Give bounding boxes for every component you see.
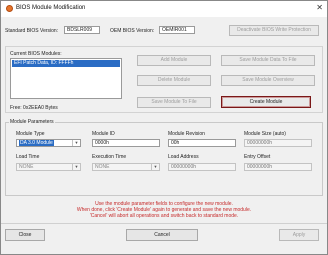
module-revision-label: Module Revision [168,131,205,137]
execution-time-label: Execution Time [92,154,127,160]
module-size-field: 00000000h [244,139,312,147]
module-parameters-title: Module Parameters [9,119,55,125]
delete-module-button[interactable]: Delete Module [137,75,211,86]
close-button[interactable]: Close [5,229,45,241]
free-space-label: Free: 0x2EEA0 Bytes [10,105,58,111]
entry-offset-label: Entry Offset [244,154,271,160]
add-module-button[interactable]: Add Module [137,55,211,66]
module-revision-input[interactable]: 00h [168,139,236,147]
load-address-input[interactable]: 00000000h [168,163,236,171]
save-module-data-button[interactable]: Save Module Data To File [221,55,315,66]
oem-version-label: OEM BIOS Version: [110,28,155,34]
window-title: BIOS Module Modification [16,5,86,11]
create-module-button[interactable]: Create Module [221,96,311,108]
deactivate-write-protection-button[interactable]: Deactivate BIOS Write Protection [229,25,319,36]
apply-button[interactable]: Apply [279,229,319,241]
load-time-label: Load Time [16,154,40,160]
save-module-to-file-button[interactable]: Save Module To File [137,97,211,108]
cancel-button[interactable]: Cancel [126,229,198,241]
module-type-select[interactable]: DA 3.0 Module ▼ [16,139,81,147]
oem-version-field: OEMIR001 [159,26,195,34]
chevron-down-icon: ▼ [72,164,80,170]
title-bar: BIOS Module Modification ✕ [1,1,327,17]
module-id-input[interactable]: 0000h [92,139,160,147]
footer-divider [1,223,327,224]
std-version-label: Standard BIOS Version: [5,28,59,34]
module-id-label: Module ID [92,131,115,137]
list-item[interactable]: EFI Patch Data, ID: FFFFh [12,60,120,67]
chevron-down-icon: ▼ [151,164,159,170]
std-version-field: BDSLR009 [64,26,100,34]
execution-time-select[interactable]: NONE ▼ [92,163,160,171]
chevron-down-icon: ▼ [72,140,80,146]
load-time-value: NONE [19,164,34,170]
close-icon[interactable]: ✕ [316,4,323,12]
execution-time-value: NONE [95,164,110,170]
save-module-overview-button[interactable]: Save Module Overview [221,75,315,86]
module-type-value: DA 3.0 Module [19,140,54,146]
app-icon [6,5,13,12]
load-time-select[interactable]: NONE ▼ [16,163,81,171]
bios-module-dialog: BIOS Module Modification ✕ Standard BIOS… [0,0,328,255]
module-size-label: Module Size (auto) [244,131,286,137]
entry-offset-input[interactable]: 00000000h [244,163,312,171]
info-line-3: 'Cancel' will abort all operations and s… [89,213,239,219]
current-modules-label: Current BIOS Modules: [10,51,62,57]
modules-list[interactable]: EFI Patch Data, ID: FFFFh [10,58,122,99]
module-type-label: Module Type [16,131,45,137]
load-address-label: Load Address [168,154,199,160]
